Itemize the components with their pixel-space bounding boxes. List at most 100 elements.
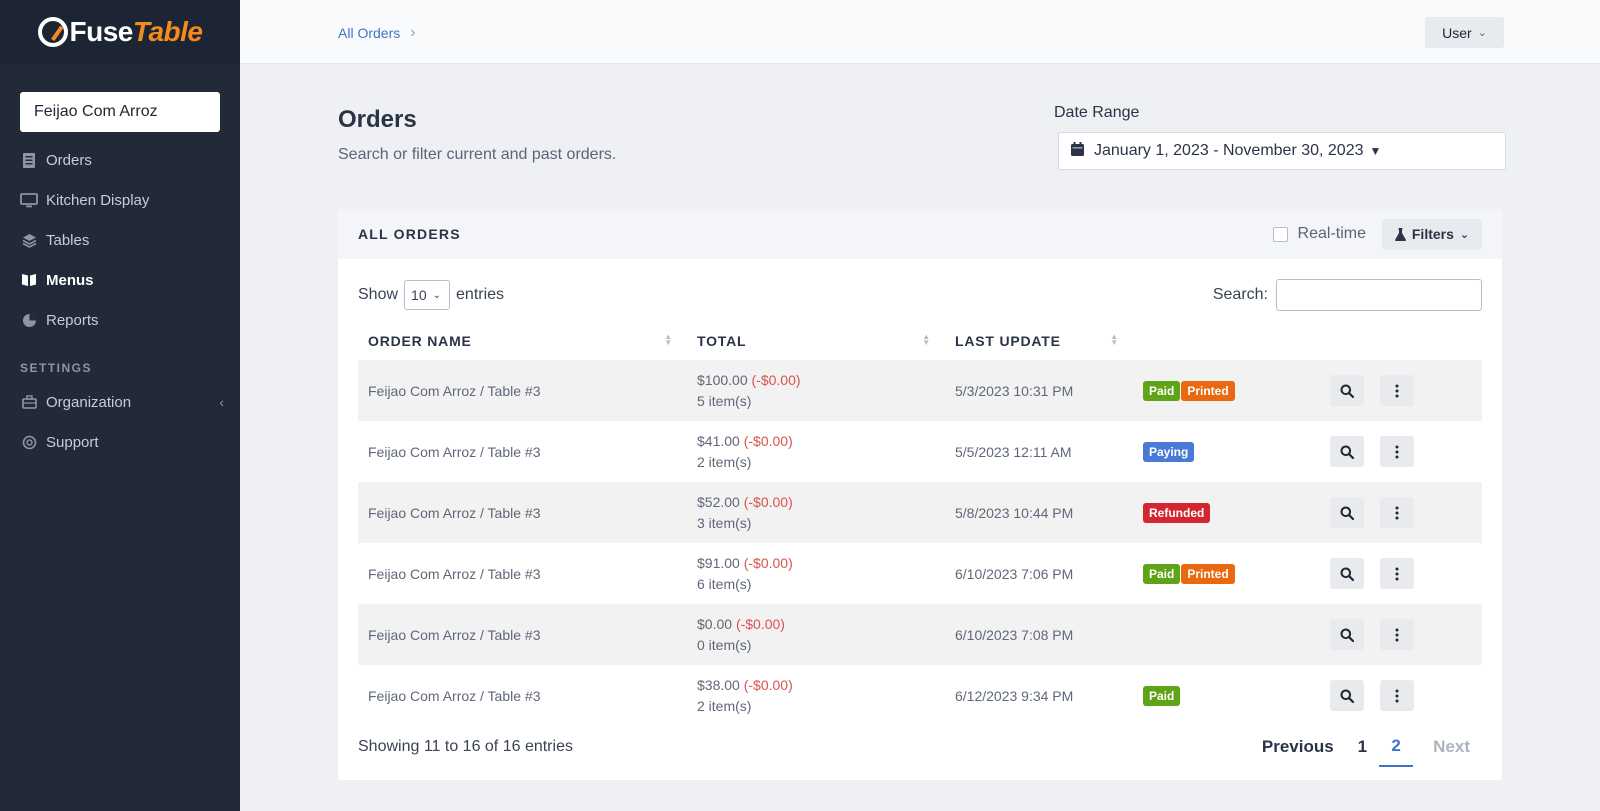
realtime-checkbox[interactable] (1272, 226, 1288, 242)
pagination-previous[interactable]: Previous (1250, 727, 1346, 767)
filters-button[interactable]: Filters ⌄ (1382, 218, 1482, 250)
more-options-button[interactable] (1379, 680, 1414, 711)
column-label: ORDER NAME (368, 333, 472, 349)
vertical-dots-icon (1395, 628, 1399, 641)
table-row[interactable]: Feijao Com Arroz / Table #3 $38.00 (-$0.… (358, 665, 1482, 726)
order-name[interactable]: Feijao Com Arroz / Table #3 (368, 383, 541, 399)
search-input[interactable] (1276, 279, 1482, 311)
total-cell: $41.00 (-$0.00) 2 item(s) (687, 421, 945, 482)
lifebuoy-icon (20, 434, 38, 450)
top-bar: All Orders › User ⌄ (240, 0, 1600, 64)
pagination-page-2[interactable]: 2 (1379, 727, 1414, 767)
order-name[interactable]: Feijao Com Arroz / Table #3 (368, 444, 541, 460)
order-total: $91.00 (697, 555, 740, 571)
status-cell (1133, 604, 1320, 665)
order-updated: 5/5/2023 12:11 AM (955, 443, 1072, 460)
sidebar-item-reports[interactable]: Reports (0, 300, 240, 340)
view-order-button[interactable] (1330, 680, 1364, 711)
order-updated: 6/10/2023 7:06 PM (955, 565, 1074, 582)
last-update-cell: 5/8/2023 10:44 PM (945, 482, 1133, 543)
more-options-button[interactable] (1379, 497, 1414, 528)
more-options-button[interactable] (1379, 375, 1414, 406)
order-items: 6 item(s) (697, 576, 752, 592)
view-order-button[interactable] (1330, 436, 1364, 467)
view-order-button[interactable] (1330, 619, 1364, 650)
orders-table: ORDER NAME ▲ ▼ TOTAL ▲ ▼ LAST UPDATE ▲ ▼ Feija… (358, 322, 1482, 726)
search-label: Search: (1212, 286, 1268, 303)
sidebar-item-label: Orders (46, 151, 92, 169)
column-order-name[interactable]: ORDER NAME ▲ ▼ (358, 322, 687, 360)
sidebar: Fuse Table Feijao Com Arroz Orders Kitche… (0, 0, 240, 811)
view-order-button[interactable] (1330, 558, 1364, 589)
sidebar-item-kitchen-display[interactable]: Kitchen Display (0, 180, 240, 220)
table-search: Search: (1213, 279, 1482, 311)
more-options-button[interactable] (1379, 619, 1414, 650)
date-range-picker[interactable]: January 1, 2023 - November 30, 2023 ▼ (1058, 132, 1506, 170)
order-name[interactable]: Feijao Com Arroz / Table #3 (368, 566, 541, 582)
status-cell: Paid Printed (1133, 543, 1320, 604)
last-update-cell: 6/12/2023 9:34 PM (945, 665, 1133, 726)
more-options-button[interactable] (1379, 558, 1414, 589)
sidebar-item-label: Tables (46, 231, 90, 249)
actions-cell (1320, 665, 1482, 726)
total-cell: $38.00 (-$0.00) 2 item(s) (687, 665, 945, 726)
sidebar-item-menus[interactable]: Menus (0, 260, 240, 300)
search-icon (1340, 567, 1354, 581)
entries-length-select[interactable]: 10 ⌄ (404, 280, 451, 310)
table-row[interactable]: Feijao Com Arroz / Table #3 $52.00 (-$0.… (358, 482, 1482, 543)
vertical-dots-icon (1395, 445, 1399, 458)
order-updated: 6/12/2023 9:34 PM (955, 687, 1074, 704)
column-last-update[interactable]: LAST UPDATE ▲ ▼ (945, 322, 1133, 360)
user-menu-button[interactable]: User ⌄ (1425, 17, 1504, 48)
show-label: Show (358, 286, 399, 303)
sidebar-item-organization[interactable]: Organization ‹ (0, 382, 240, 422)
more-options-button[interactable] (1379, 436, 1414, 467)
order-name[interactable]: Feijao Com Arroz / Table #3 (368, 688, 541, 704)
order-items: 2 item(s) (697, 698, 752, 714)
actions-cell (1320, 421, 1482, 482)
brand-logo[interactable]: Fuse Table (0, 0, 240, 64)
showing-info: Showing 11 to 16 of 16 entries (358, 738, 573, 755)
book-icon (20, 272, 38, 288)
sort-icon: ▲ ▼ (1110, 332, 1119, 347)
page-subtitle: Search or filter current and past orders… (338, 146, 617, 163)
status-badge-paid: Paid (1143, 380, 1181, 401)
order-name-cell: Feijao Com Arroz / Table #3 (358, 543, 687, 604)
sidebar-item-tables[interactable]: Tables (0, 220, 240, 260)
chevron-down-icon: ⌄ (432, 289, 441, 301)
order-updated: 5/3/2023 10:31 PM (955, 382, 1074, 399)
calendar-icon (1071, 141, 1084, 161)
column-total[interactable]: TOTAL ▲ ▼ (687, 322, 945, 360)
sidebar-item-support[interactable]: Support (0, 422, 240, 462)
sidebar-item-orders[interactable]: Orders (0, 140, 240, 180)
status-badge-printed: Printed (1181, 380, 1235, 401)
order-name[interactable]: Feijao Com Arroz / Table #3 (368, 627, 541, 643)
organization-select[interactable]: Feijao Com Arroz (20, 92, 220, 132)
order-discount: (-$0.00) (743, 494, 793, 510)
order-name[interactable]: Feijao Com Arroz / Table #3 (368, 505, 541, 521)
view-order-button[interactable] (1330, 375, 1364, 406)
realtime-label: Real-time (1297, 225, 1366, 242)
breadcrumb-all-orders[interactable]: All Orders (338, 25, 400, 41)
actions-cell (1320, 482, 1482, 543)
search-icon (1340, 628, 1354, 642)
entries-length-value: 10 (411, 287, 427, 303)
vertical-dots-icon (1395, 506, 1399, 519)
pagination-page-1[interactable]: 1 (1346, 727, 1379, 767)
last-update-cell: 5/5/2023 12:11 AM (945, 421, 1133, 482)
status-badge-paid: Paid (1143, 563, 1181, 584)
table-row[interactable]: Feijao Com Arroz / Table #3 $41.00 (-$0.… (358, 421, 1482, 482)
table-row[interactable]: Feijao Com Arroz / Table #3 $91.00 (-$0.… (358, 543, 1482, 604)
vertical-dots-icon (1395, 384, 1399, 397)
view-order-button[interactable] (1330, 497, 1364, 528)
user-label: User (1442, 24, 1472, 41)
realtime-toggle[interactable]: Real-time (1272, 225, 1366, 243)
pagination: Previous 1 2 Next (1250, 727, 1482, 767)
table-row[interactable]: Feijao Com Arroz / Table #3 $0.00 (-$0.0… (358, 604, 1482, 665)
order-total: $52.00 (697, 494, 740, 510)
table-row[interactable]: Feijao Com Arroz / Table #3 $100.00 (-$0… (358, 360, 1482, 421)
actions-cell (1320, 604, 1482, 665)
status-badge-printed: Printed (1181, 563, 1235, 584)
pagination-next[interactable]: Next (1421, 727, 1482, 767)
vertical-dots-icon (1395, 689, 1399, 702)
